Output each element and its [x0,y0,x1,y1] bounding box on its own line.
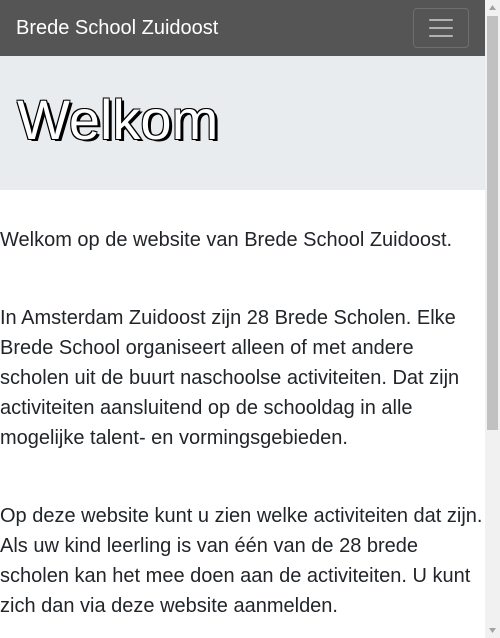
vertical-scrollbar[interactable] [485,0,500,638]
about-paragraph: In Amsterdam Zuidoost zijn 28 Brede Scho… [0,307,460,449]
jumbotron: Welkom [0,56,485,190]
main-content: Welkom op de website van Brede School Zu… [0,190,485,621]
page-title: Welkom [17,88,219,151]
browser-viewport: Brede School Zuidoost Welkom Welkom op d… [0,0,500,638]
activities-paragraph: Op deze website kunt u zien welke activi… [0,505,483,617]
hamburger-menu-icon [426,13,456,43]
scroll-up-arrow-icon[interactable] [485,0,500,15]
scrollbar-thumb[interactable] [487,16,498,430]
intro-paragraph: Welkom op de website van Brede School Zu… [0,229,453,251]
navbar-brand[interactable]: Brede School Zuidoost [16,18,218,38]
navbar: Brede School Zuidoost [0,0,485,56]
navbar-toggle-button[interactable] [413,8,469,48]
scroll-down-arrow-icon[interactable] [485,623,500,638]
page: Brede School Zuidoost Welkom Welkom op d… [0,0,485,638]
